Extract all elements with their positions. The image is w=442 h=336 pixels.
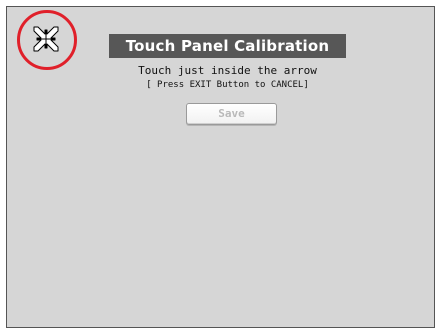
dialog-title: Touch Panel Calibration <box>109 34 346 58</box>
calibration-arrows-icon[interactable] <box>33 26 59 52</box>
cancel-hint: [ Press EXIT Button to CANCEL] <box>146 80 309 90</box>
calibration-screen: Touch Panel Calibration Touch just insid… <box>6 6 435 328</box>
save-button[interactable]: Save <box>186 103 277 125</box>
calibration-instruction: Touch just inside the arrow <box>138 64 317 77</box>
